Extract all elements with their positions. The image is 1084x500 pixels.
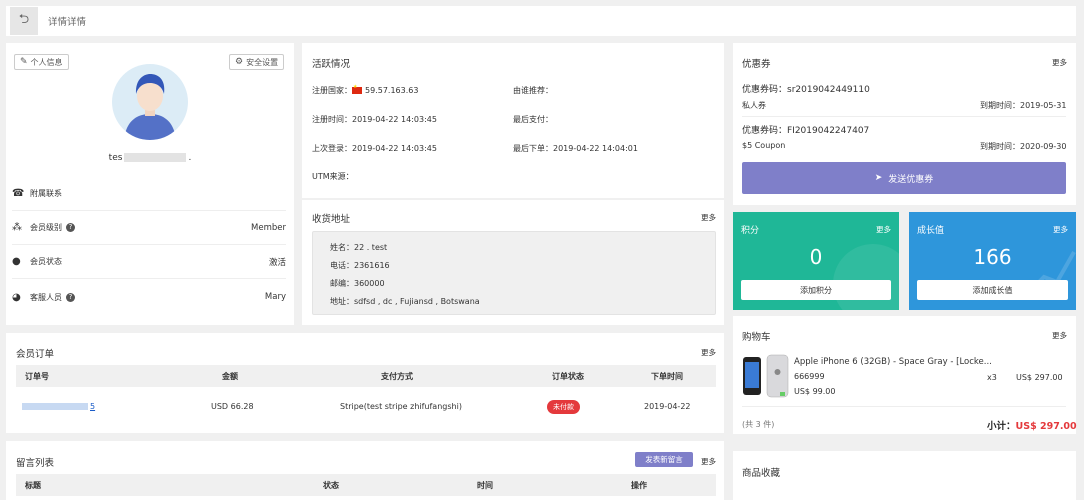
cart-item-price: US$ 99.00 <box>794 387 836 396</box>
messages-table-header: 标题 状态 时间 操作 <box>16 474 716 496</box>
points-more-link[interactable]: 更多 <box>876 224 891 235</box>
orders-table-header: 订单号 金额 支付方式 订单状态 下单时间 <box>16 365 716 387</box>
column-header: 订单状态 <box>552 372 584 381</box>
add-points-button[interactable]: 添加积分 <box>741 280 891 300</box>
points-card: 积分 更多 0 添加积分 <box>733 212 899 310</box>
address-box: 姓名：22 . test 电话：2361616 邮编：360000 地址：sdf… <box>312 231 716 315</box>
points-value: 0 <box>809 245 823 269</box>
favorites-title: 商品收藏 <box>742 468 781 479</box>
back-button[interactable]: ⮌ <box>10 7 38 35</box>
support-agent-value: Mary <box>264 292 286 302</box>
profile-row-member-status: ● 会员状态 激活 <box>12 245 286 279</box>
column-header: 下单时间 <box>651 372 683 381</box>
coupon-desc: $5 Coupon <box>742 141 786 150</box>
divider <box>742 116 1066 117</box>
column-header: 订单号 <box>25 372 49 381</box>
user-lock-icon: ● <box>12 256 21 267</box>
last-payment: 最后支付： <box>513 115 553 124</box>
cart-title: 购物车 <box>742 332 771 343</box>
utm-source: UTM来源： <box>312 172 354 181</box>
coupon-expire: 到期时间：2019-05-31 <box>980 101 1067 110</box>
address-name: 姓名：22 . test <box>330 243 388 252</box>
growth-value: 166 <box>973 245 1012 269</box>
address-phone: 电话：2361616 <box>330 261 390 270</box>
address-detail: 地址：sdfsd , dc , Fujiansd , Botswana <box>330 297 480 306</box>
growth-more-link[interactable]: 更多 <box>1053 224 1068 235</box>
support-agent-icon: ◕ <box>12 291 21 303</box>
column-header: 支付方式 <box>381 372 413 381</box>
redacted-text <box>22 403 88 410</box>
points-title: 积分 <box>741 226 760 236</box>
profile-row-support-agent: ◕ 客服人员 ? Mary <box>12 291 286 303</box>
cart-item-name[interactable]: Apple iPhone 6 (32GB) - Space Gray - [Lo… <box>794 357 992 367</box>
coupon-expire: 到期时间：2020-09-30 <box>980 142 1067 151</box>
order-status-badge: 未付款 <box>547 400 580 414</box>
column-header: 时间 <box>477 481 493 490</box>
help-icon[interactable]: ? <box>66 223 75 232</box>
profile-row-member-level: ⁂ 会员级别 ? Member <box>12 211 286 245</box>
gear-icon: ⚙ <box>235 57 244 67</box>
help-icon[interactable]: ? <box>66 292 75 302</box>
coupon-code: 优惠券码：FI2019042247407 <box>742 126 870 136</box>
avatar <box>112 64 188 140</box>
messages-title: 留言列表 <box>16 458 55 469</box>
username: tes. <box>108 153 192 163</box>
address-title: 收货地址 <box>312 214 351 225</box>
column-header: 标题 <box>25 481 41 490</box>
new-message-button[interactable]: 发表新留言 <box>635 452 693 467</box>
cart-subtotal: 小计：US$ 297.00 <box>987 421 1077 432</box>
referral: 由谁推荐： <box>513 86 553 95</box>
member-level-value: Member <box>251 222 286 233</box>
growth-title: 成长值 <box>917 226 945 236</box>
personal-info-button[interactable]: ✎ 个人信息 <box>14 54 69 70</box>
add-growth-button[interactable]: 添加成长值 <box>917 280 1068 300</box>
top-bar: ⮌ 详情详情 <box>6 6 1076 36</box>
divider <box>742 406 1066 407</box>
cart-count: (共 3 件) <box>742 420 775 429</box>
column-header: 金额 <box>222 372 238 381</box>
order-number-link[interactable]: 5 <box>20 402 95 411</box>
last-login: 上次登录：2019-04-22 14:03:45 <box>312 144 437 153</box>
coupon-desc: 私人券 <box>742 101 766 110</box>
favorites-card <box>733 451 1076 500</box>
cart-item-total: US$ 297.00 <box>1016 373 1063 382</box>
undo-icon: ⮌ <box>18 12 30 27</box>
order-amount: USD 66.28 <box>211 402 254 411</box>
redacted-text <box>124 153 187 162</box>
coupon-code: 优惠券码：sr2019042449110 <box>742 85 870 95</box>
growth-card: 成长值 更多 166 添加成长值 <box>909 212 1076 310</box>
register-country: 注册国家：59.57.163.63 <box>312 84 418 96</box>
orders-title: 会员订单 <box>16 349 55 360</box>
cart-item-sku: 666999 <box>794 372 825 381</box>
register-time: 注册时间：2019-04-22 14:03:45 <box>312 115 437 124</box>
address-more-link[interactable]: 更多 <box>701 212 716 223</box>
column-header: 状态 <box>323 481 339 490</box>
address-zip: 邮编：360000 <box>330 279 385 288</box>
paper-plane-icon: ➤ <box>874 173 883 183</box>
sitemap-icon: ⁂ <box>12 222 22 233</box>
member-status-value: 激活 <box>268 257 286 268</box>
edit-icon: ✎ <box>20 57 28 67</box>
page-title: 详情详情 <box>48 17 87 28</box>
send-coupon-button[interactable]: ➤ 发送优惠券 <box>742 162 1066 194</box>
coupon-more-link[interactable]: 更多 <box>1052 57 1067 68</box>
phone-icon: ☎ <box>12 188 25 199</box>
orders-more-link[interactable]: 更多 <box>701 347 716 358</box>
column-header: 操作 <box>631 481 647 490</box>
activity-title: 活跃情况 <box>312 59 351 70</box>
china-flag-icon <box>352 84 362 94</box>
coupon-title: 优惠券 <box>742 59 771 70</box>
cart-more-link[interactable]: 更多 <box>1052 330 1067 341</box>
cart-item-qty: x3 <box>987 373 997 382</box>
profile-row-contact[interactable]: ☎ 附属联系 <box>12 177 286 211</box>
last-order: 最后下单：2019-04-22 14:04:01 <box>513 144 638 153</box>
product-image[interactable] <box>742 354 790 398</box>
messages-more-link[interactable]: 更多 <box>701 456 716 467</box>
order-payment: Stripe(test stripe zhifufangshi) <box>340 402 462 411</box>
order-date: 2019-04-22 <box>644 402 691 411</box>
security-settings-button[interactable]: ⚙ 安全设置 <box>229 54 285 70</box>
